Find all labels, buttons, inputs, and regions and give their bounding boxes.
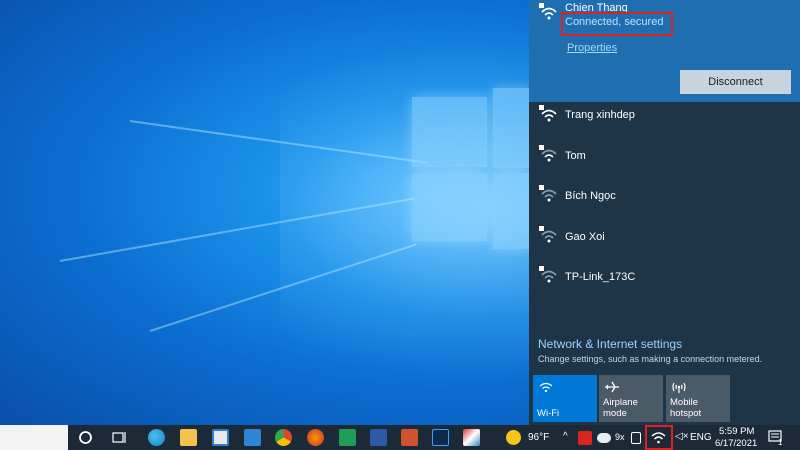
windows-logo-pane	[412, 173, 487, 241]
store-icon[interactable]	[212, 429, 229, 446]
excel-icon[interactable]	[339, 429, 356, 446]
network-name: Trang xinhdep	[565, 109, 635, 121]
wifi-secured-icon	[539, 145, 557, 162]
edge-icon[interactable]	[148, 429, 165, 446]
weather-sun-icon[interactable]	[506, 430, 521, 445]
hotspot-icon	[672, 382, 686, 393]
device-icon[interactable]	[631, 432, 641, 444]
wifi-secured-icon	[539, 3, 557, 20]
disconnect-button[interactable]: Disconnect	[680, 70, 791, 94]
clock-time[interactable]: 5:59 PM	[719, 426, 754, 437]
network-name: Gao Xoi	[565, 231, 605, 243]
wifi-secured-icon	[539, 185, 557, 202]
ime-icon[interactable]: 9x	[615, 432, 625, 442]
network-list-item[interactable]: Gao Xoi	[529, 218, 800, 258]
network-name: Tom	[565, 150, 586, 162]
powerpoint-icon[interactable]	[401, 429, 418, 446]
wifi-tray-icon[interactable]	[650, 430, 667, 445]
wifi-icon	[539, 382, 553, 393]
wifi-secured-icon	[539, 226, 557, 243]
show-hidden-icons-chevron-icon[interactable]: ^	[563, 431, 568, 442]
properties-link[interactable]: Properties	[567, 42, 617, 54]
windows-logo-pane	[412, 97, 487, 167]
network-list-item[interactable]: Bích Ngọc	[529, 177, 800, 217]
photoshop-icon[interactable]	[432, 429, 449, 446]
network-settings-description: Change settings, such as making a connec…	[538, 354, 763, 364]
connection-status: Connected, secured	[565, 16, 664, 28]
network-list-item[interactable]: Trang xinhdep	[529, 97, 800, 137]
network-list-item[interactable]: TP-Link_173C	[529, 258, 800, 298]
search-box[interactable]	[0, 425, 68, 450]
firefox-icon[interactable]	[307, 429, 324, 446]
network-name: Bích Ngọc	[565, 190, 616, 202]
wifi-secured-icon	[539, 105, 557, 122]
windows-logo-pane	[493, 88, 529, 168]
weather-temperature[interactable]: 96°F	[528, 432, 549, 443]
wifi-secured-icon	[539, 266, 557, 283]
onedrive-icon[interactable]	[597, 433, 611, 443]
mail-icon[interactable]	[244, 429, 261, 446]
taskbar: 96°F ^ 9x ◁× ENG 5:59 PM 6/17/2021 1	[0, 425, 800, 450]
notification-count-badge: 1	[778, 438, 783, 447]
network-settings-link[interactable]: Network & Internet settings	[538, 337, 682, 351]
file-explorer-icon[interactable]	[180, 429, 197, 446]
cortana-icon[interactable]	[78, 430, 93, 445]
hotspot-tile-label: Mobile hotspot	[670, 397, 702, 419]
chrome-icon[interactable]	[275, 429, 292, 446]
network-flyout: Chien Thang Connected, secured Propertie…	[529, 0, 800, 425]
antivirus-icon[interactable]	[578, 431, 592, 445]
airplane-tile-label: Airplane mode	[603, 397, 638, 419]
wifi-tile-label: Wi-Fi	[537, 408, 560, 419]
wifi-toggle-tile[interactable]: Wi-Fi	[533, 375, 597, 422]
language-indicator[interactable]: ENG	[690, 432, 712, 443]
clock-date[interactable]: 6/17/2021	[715, 438, 757, 449]
airplane-mode-tile[interactable]: Airplane mode	[599, 375, 663, 422]
task-view-icon[interactable]	[112, 430, 128, 445]
volume-muted-icon[interactable]: ◁×	[675, 431, 689, 442]
connected-network-panel[interactable]: Chien Thang Connected, secured Propertie…	[529, 0, 800, 102]
word-icon[interactable]	[370, 429, 387, 446]
mobile-hotspot-tile[interactable]: Mobile hotspot	[666, 375, 730, 422]
windows-logo-pane	[493, 173, 529, 249]
paint-icon[interactable]	[463, 429, 480, 446]
network-name: TP-Link_173C	[565, 271, 636, 283]
airplane-icon	[605, 381, 619, 393]
network-list-item[interactable]: Tom	[529, 137, 800, 177]
